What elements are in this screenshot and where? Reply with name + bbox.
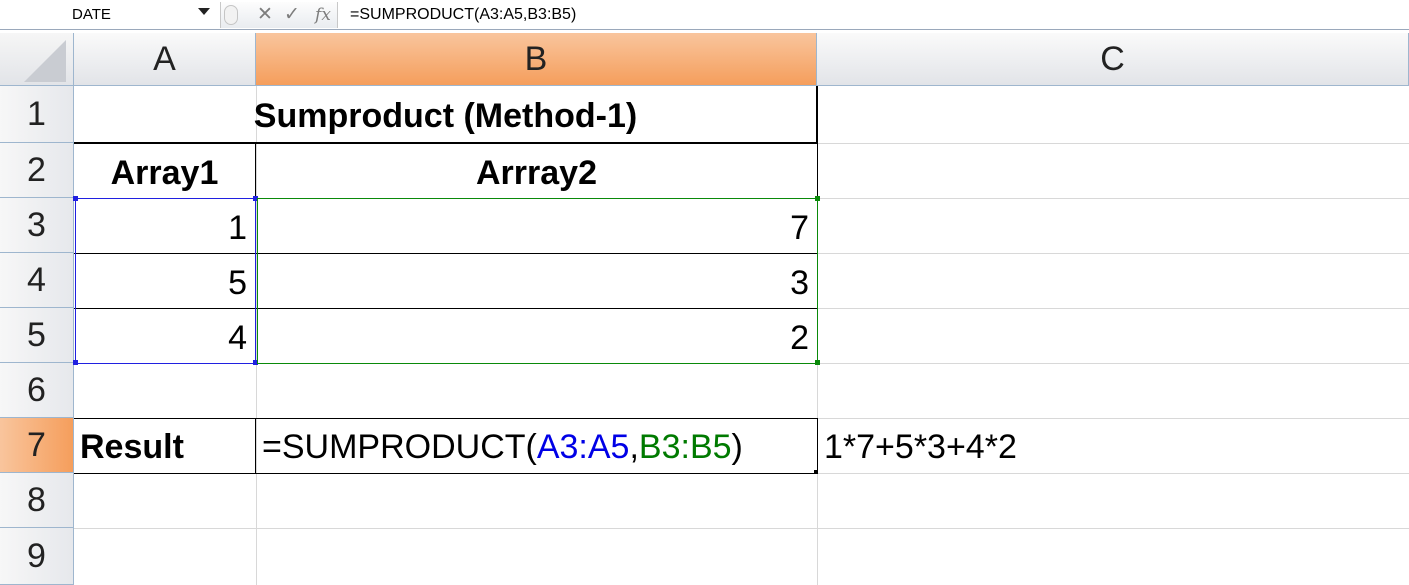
gridline: [74, 528, 1409, 529]
row-header-2[interactable]: 2: [0, 143, 74, 198]
enter-icon[interactable]: ✓: [280, 2, 304, 28]
row-header-5[interactable]: 5: [0, 308, 74, 363]
row-header-4[interactable]: 4: [0, 253, 74, 308]
row-header-8[interactable]: 8: [0, 473, 74, 528]
row-header-3[interactable]: 3: [0, 198, 74, 253]
formula-input[interactable]: =SUMPRODUCT(A3:A5,B3:B5): [350, 0, 576, 29]
row-header-6[interactable]: 6: [0, 363, 74, 418]
cell-b2[interactable]: Arrray2: [256, 143, 817, 198]
resize-handle-icon[interactable]: [224, 5, 238, 25]
cell-a3[interactable]: 1: [74, 198, 255, 253]
table-border: [255, 418, 256, 473]
formula-separator: ,: [629, 428, 639, 466]
cell-title[interactable]: Sumproduct (Method-1): [74, 86, 817, 143]
select-all-icon: [24, 40, 66, 82]
column-header-a[interactable]: A: [74, 33, 256, 86]
cell-c7[interactable]: 1*7+5*3+4*2: [824, 418, 1224, 473]
row-header-7[interactable]: 7: [0, 418, 74, 473]
formula-ref-b3-b5: B3:B5: [638, 428, 732, 466]
table-border: [817, 418, 818, 473]
formula-ref-a3-a5: A3:A5: [536, 428, 630, 466]
name-box[interactable]: DATE: [0, 0, 218, 29]
column-header-c[interactable]: C: [817, 33, 1409, 86]
formula-suffix: ): [731, 428, 743, 466]
formula-prefix: =SUMPRODUCT(: [262, 428, 537, 466]
cell-b4[interactable]: 3: [256, 253, 817, 308]
table-border: [74, 473, 817, 474]
fill-handle[interactable]: [814, 470, 818, 474]
row-header-9[interactable]: 9: [0, 528, 74, 585]
chevron-down-icon[interactable]: [198, 8, 210, 15]
cell-b7-editing[interactable]: =SUMPRODUCT(A3:A5,B3:B5): [262, 418, 817, 473]
cell-a4[interactable]: 5: [74, 253, 255, 308]
cell-a2[interactable]: Array1: [74, 143, 255, 198]
cell-a5[interactable]: 4: [74, 308, 255, 363]
insert-function-icon[interactable]: fx: [310, 2, 336, 28]
column-header-b[interactable]: B: [256, 33, 817, 86]
cell-b5[interactable]: 2: [256, 308, 817, 363]
cell-b3[interactable]: 7: [256, 198, 817, 253]
cell-a7[interactable]: Result: [80, 418, 255, 473]
table-border: [817, 143, 818, 198]
row-header-1[interactable]: 1: [0, 86, 74, 143]
cancel-icon[interactable]: ✕: [254, 2, 276, 28]
